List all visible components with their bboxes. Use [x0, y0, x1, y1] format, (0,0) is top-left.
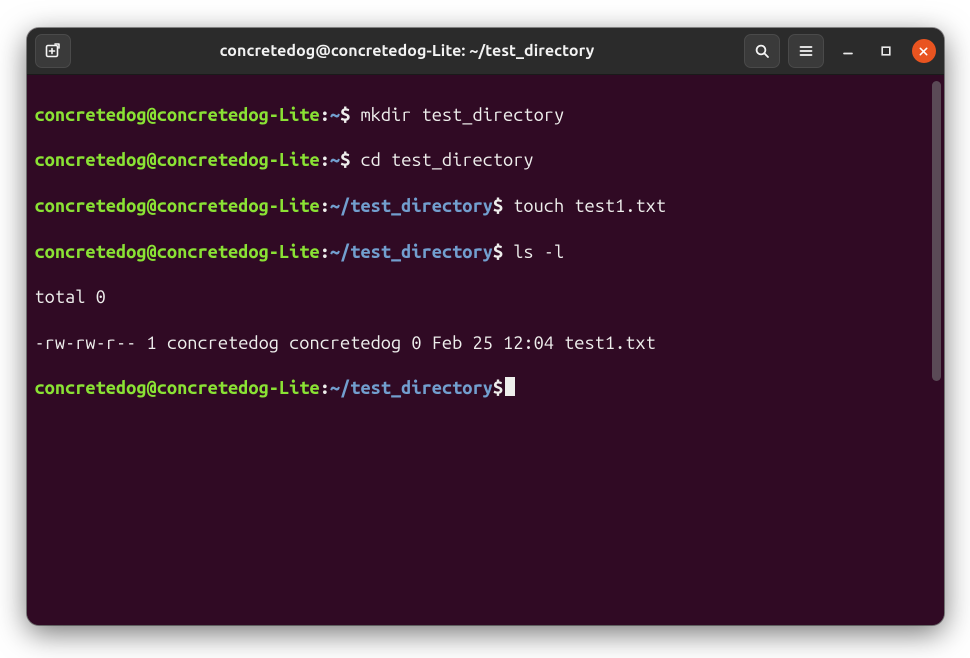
terminal-window: concretedog@concretedog-Lite: ~/test_dir… [27, 28, 944, 625]
prompt-path: ~/test_directory [330, 242, 493, 262]
command-text: touch test1.txt [513, 196, 666, 216]
close-icon [918, 46, 929, 57]
prompt-sep: : [320, 242, 330, 262]
prompt-host: concretedog-Lite [157, 196, 320, 216]
maximize-icon [880, 45, 892, 57]
cursor [505, 377, 515, 396]
terminal-line: concretedog@concretedog-Lite:~$ mkdir te… [35, 104, 936, 127]
terminal-output-area[interactable]: concretedog@concretedog-Lite:~$ mkdir te… [27, 75, 944, 625]
scrollbar-thumb[interactable] [932, 81, 941, 381]
prompt-path: ~/test_directory [330, 378, 493, 398]
prompt-user: concretedog [35, 196, 147, 216]
prompt-sep: : [320, 196, 330, 216]
prompt-host: concretedog-Lite [157, 150, 320, 170]
prompt-at: @ [147, 196, 157, 216]
prompt-user: concretedog [35, 242, 147, 262]
hamburger-icon [798, 43, 814, 59]
maximize-button[interactable] [874, 39, 898, 63]
prompt-user: concretedog [35, 150, 147, 170]
prompt-at: @ [147, 242, 157, 262]
terminal-line: concretedog@concretedog-Lite:~/test_dire… [35, 195, 936, 218]
new-tab-button[interactable] [35, 34, 71, 68]
prompt-path: ~ [330, 150, 340, 170]
prompt-dollar: $ [493, 242, 503, 262]
prompt-sep: : [320, 378, 330, 398]
terminal-line: concretedog@concretedog-Lite:~/test_dire… [35, 241, 936, 264]
prompt-host: concretedog-Lite [157, 242, 320, 262]
prompt-dollar: $ [340, 105, 350, 125]
prompt-at: @ [147, 150, 157, 170]
prompt-at: @ [147, 378, 157, 398]
prompt-dollar: $ [493, 378, 503, 398]
close-button[interactable] [912, 39, 936, 63]
output-line: total 0 [35, 286, 936, 309]
prompt-host: concretedog-Lite [157, 378, 320, 398]
command-text: ls -l [513, 242, 564, 262]
output-line: -rw-rw-r-- 1 concretedog concretedog 0 F… [35, 332, 936, 355]
prompt-user: concretedog [35, 105, 147, 125]
prompt-at: @ [147, 105, 157, 125]
terminal-line: concretedog@concretedog-Lite:~$ cd test_… [35, 149, 936, 172]
window-controls [836, 39, 936, 63]
prompt-host: concretedog-Lite [157, 105, 320, 125]
command-text: cd test_directory [360, 150, 533, 170]
search-button[interactable] [744, 34, 780, 68]
minimize-icon [842, 45, 854, 57]
minimize-button[interactable] [836, 39, 860, 63]
titlebar: concretedog@concretedog-Lite: ~/test_dir… [27, 28, 944, 75]
command-text: mkdir test_directory [360, 105, 564, 125]
prompt-path: ~/test_directory [330, 196, 493, 216]
prompt-dollar: $ [340, 150, 350, 170]
terminal-line: concretedog@concretedog-Lite:~/test_dire… [35, 377, 936, 400]
prompt-user: concretedog [35, 378, 147, 398]
prompt-dollar: $ [493, 196, 503, 216]
window-title: concretedog@concretedog-Lite: ~/test_dir… [79, 42, 736, 60]
menu-button[interactable] [788, 34, 824, 68]
new-tab-icon [45, 43, 61, 59]
search-icon [754, 43, 770, 59]
prompt-sep: : [320, 105, 330, 125]
prompt-sep: : [320, 150, 330, 170]
prompt-path: ~ [330, 105, 340, 125]
